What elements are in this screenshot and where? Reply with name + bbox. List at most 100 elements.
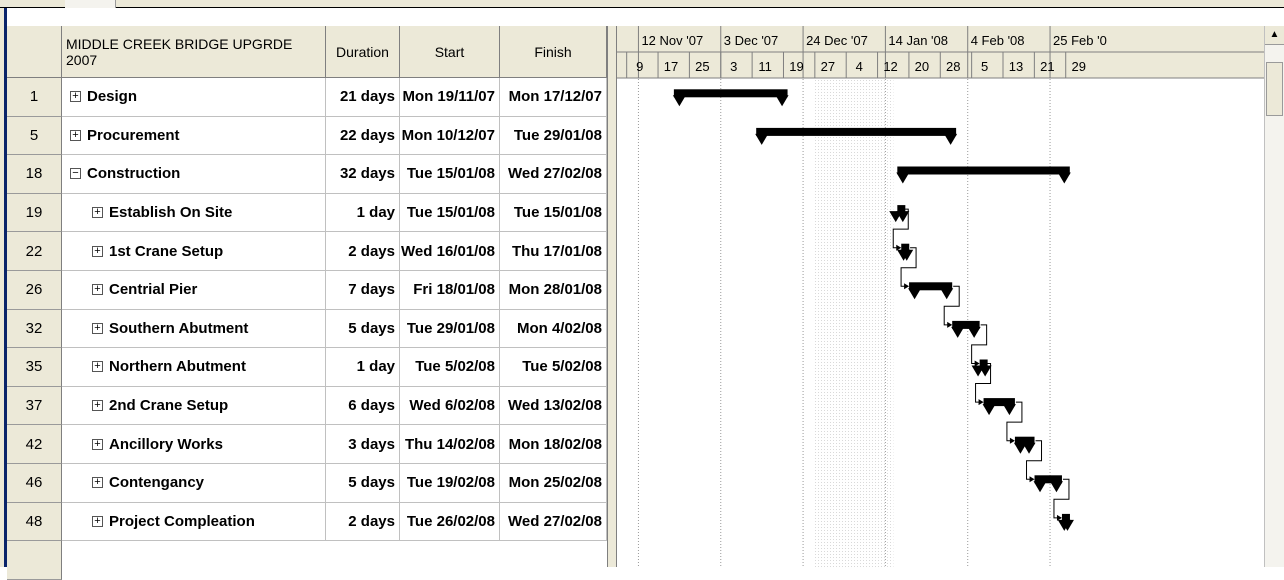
finish-cell[interactable]: Mon 4/02/08 (500, 309, 607, 349)
vertical-scrollbar[interactable]: ▲ (1264, 26, 1284, 567)
start-cell[interactable]: Wed 6/02/08 (400, 386, 500, 426)
task-name: Construction (87, 165, 181, 183)
expand-icon[interactable]: + (70, 129, 81, 141)
table-row[interactable]: 48 + Project Compleation 2 days Tue 26/02/08… (7, 502, 607, 542)
table-row[interactable]: 22 +1st Crane Setup 2 days Wed 16/01/08 Thu … (7, 232, 607, 271)
duration-cell[interactable]: 1 day (326, 193, 400, 233)
expand-icon[interactable]: + (92, 284, 103, 296)
start-cell[interactable]: Mon 19/11/07 (400, 78, 500, 117)
finish-cell[interactable]: Wed 27/02/08 (500, 155, 607, 194)
table-row[interactable]: 46 + Contengancy 5 days Tue 19/02/08 Mon 25/0… (7, 464, 607, 503)
duration-cell[interactable]: 7 days (326, 271, 400, 310)
task-name-cell[interactable]: − Construction (62, 155, 326, 194)
table-row[interactable]: 42 + Ancillory Works 3 days Thu 14/02/08 Mon … (7, 425, 607, 464)
start-cell[interactable]: Tue 5/02/08 (400, 348, 500, 387)
start-cell[interactable]: Thu 14/02/08 (400, 425, 500, 464)
finish-cell[interactable]: Tue 15/01/08 (500, 193, 607, 233)
task-name-cell[interactable]: + Project Compleation (62, 502, 326, 542)
row-id[interactable]: 32 (7, 309, 62, 349)
header-start[interactable]: Start (400, 26, 500, 78)
row-id[interactable]: 35 (7, 348, 62, 387)
duration-cell[interactable]: 21 days (326, 78, 400, 117)
duration-cell[interactable]: 6 days (326, 386, 400, 426)
expand-icon[interactable]: + (92, 207, 103, 219)
row-id[interactable]: 18 (7, 155, 62, 194)
header-finish[interactable]: Finish (500, 26, 607, 78)
duration-cell[interactable]: 3 days (326, 425, 400, 464)
expand-icon[interactable]: + (92, 515, 103, 527)
duration-cell[interactable]: 2 days (326, 232, 400, 271)
table-row[interactable]: 18− Construction 32 days Tue 15/01/08 Wed 27… (7, 155, 607, 194)
table-row[interactable]: 35 + Northern Abutment 1 day Tue 5/02/08 Tue … (7, 348, 607, 387)
table-row[interactable]: 37 +2nd Crane Setup 6 days Wed 6/02/08 Wed 1… (7, 386, 607, 426)
expand-icon[interactable]: + (92, 477, 103, 489)
duration-cell[interactable]: 32 days (326, 155, 400, 194)
row-id[interactable]: 26 (7, 271, 62, 310)
collapse-icon[interactable]: − (70, 168, 81, 180)
finish-cell[interactable]: Mon 18/02/08 (500, 425, 607, 464)
row-id[interactable] (7, 541, 62, 580)
table-row[interactable]: 5 + Procurement 22 days Mon 10/12/07 Tue 29/0… (7, 116, 607, 156)
bar-start-marker (951, 326, 965, 338)
finish-cell[interactable]: Mon 25/02/08 (500, 464, 607, 503)
start-cell[interactable]: Tue 29/01/08 (400, 309, 500, 349)
finish-cell[interactable]: Tue 5/02/08 (500, 348, 607, 387)
finish-cell[interactable]: Wed 27/02/08 (500, 502, 607, 542)
expand-icon[interactable]: + (92, 322, 103, 334)
expand-icon[interactable]: + (92, 361, 103, 373)
row-id[interactable]: 37 (7, 386, 62, 426)
task-name-cell[interactable]: + Ancillory Works (62, 425, 326, 464)
task-name-cell[interactable]: + Southern Abutment (62, 309, 326, 349)
table-row[interactable]: 1 + Design 21 days Mon 19/11/07 Mon 17/12/07 (7, 78, 607, 117)
pane-splitter[interactable] (607, 26, 617, 567)
header-task-name[interactable]: MIDDLE CREEK BRIDGE UPGRDE 2007 (62, 26, 326, 78)
finish-cell[interactable]: Mon 17/12/07 (500, 78, 607, 117)
finish-cell[interactable]: Wed 13/02/08 (500, 386, 607, 426)
table-row[interactable]: 19 + Establish On Site 1 day Tue 15/01/08 Tue… (7, 193, 607, 233)
task-name-cell[interactable]: + Design (62, 78, 326, 117)
scroll-up-icon[interactable]: ▲ (1265, 26, 1284, 45)
start-cell[interactable]: Tue 15/01/08 (400, 155, 500, 194)
finish-cell[interactable]: Tue 29/01/08 (500, 116, 607, 156)
row-id[interactable]: 1 (7, 78, 62, 117)
task-name-cell[interactable]: + Establish On Site (62, 193, 326, 233)
scroll-thumb[interactable] (1266, 62, 1283, 116)
empty-row[interactable] (7, 541, 607, 580)
start-cell[interactable]: Tue 19/02/08 (400, 464, 500, 503)
table-row[interactable]: 26 + Centrial Pier 7 days Fri 18/01/08 Mon 28… (7, 271, 607, 310)
row-id[interactable]: 42 (7, 425, 62, 464)
duration-cell[interactable]: 5 days (326, 309, 400, 349)
finish-cell[interactable]: Mon 28/01/08 (500, 271, 607, 310)
start-cell[interactable]: Mon 10/12/07 (400, 116, 500, 156)
duration-cell[interactable]: 1 day (326, 348, 400, 387)
task-name-cell[interactable]: +2nd Crane Setup (62, 386, 326, 426)
task-name-cell[interactable]: + Centrial Pier (62, 271, 326, 310)
row-id[interactable]: 5 (7, 116, 62, 156)
expand-icon[interactable]: + (92, 400, 103, 412)
duration-cell[interactable]: 2 days (326, 502, 400, 542)
start-cell[interactable]: Tue 15/01/08 (400, 193, 500, 233)
start-cell[interactable]: Wed 16/01/08 (400, 232, 500, 271)
expand-icon[interactable]: + (92, 245, 103, 257)
task-name-cell[interactable]: + Procurement (62, 116, 326, 156)
duration-cell[interactable]: 22 days (326, 116, 400, 156)
task-name-cell[interactable]: + Contengancy (62, 464, 326, 503)
row-id[interactable]: 22 (7, 232, 62, 271)
row-id[interactable]: 46 (7, 464, 62, 503)
task-name-cell[interactable]: + Northern Abutment (62, 348, 326, 387)
row-id[interactable]: 48 (7, 502, 62, 542)
start-cell[interactable]: Tue 26/02/08 (400, 502, 500, 542)
expand-icon[interactable]: + (92, 438, 103, 450)
gantt-chart[interactable]: 12 Nov '07 3 Dec '07 24 Dec '07 14 Jan '08 4… (617, 26, 1264, 567)
toolbar-strip (0, 0, 1284, 8)
header-id[interactable] (7, 26, 62, 78)
expand-icon[interactable]: + (70, 91, 81, 103)
duration-cell[interactable]: 5 days (326, 464, 400, 503)
header-duration[interactable]: Duration (326, 26, 400, 78)
task-name-cell[interactable]: +1st Crane Setup (62, 232, 326, 271)
row-id[interactable]: 19 (7, 193, 62, 233)
start-cell[interactable]: Fri 18/01/08 (400, 271, 500, 310)
table-row[interactable]: 32 + Southern Abutment 5 days Tue 29/01/08 Mo… (7, 309, 607, 349)
active-view-tab[interactable] (65, 0, 116, 8)
finish-cell[interactable]: Thu 17/01/08 (500, 232, 607, 271)
